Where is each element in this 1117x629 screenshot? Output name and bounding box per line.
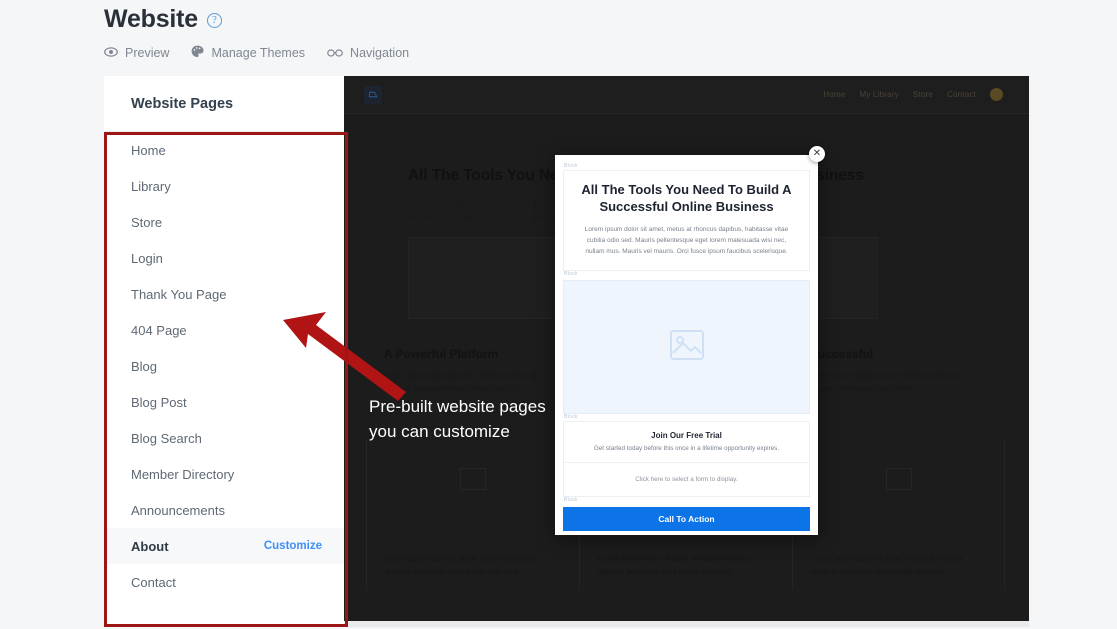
- list-item-label: Blog: [131, 358, 158, 374]
- preview-nav-link[interactable]: My Library: [860, 90, 899, 99]
- sidebar-heading: Website Pages: [104, 76, 344, 132]
- block-tag: Block: [564, 163, 578, 169]
- modal-cta-text: Join Our Free Trial Get started today be…: [564, 422, 809, 462]
- popup-editor-modal[interactable]: ✕ Block All The Tools You Need To Build …: [555, 146, 825, 535]
- list-item-label: Store: [131, 214, 163, 230]
- preview-card-heading: Successful: [810, 346, 874, 361]
- list-item-label: Contact: [131, 574, 176, 590]
- image-placeholder-icon: [885, 467, 912, 490]
- list-item-label: Thank You Page: [131, 286, 227, 302]
- preview-feature-body: Lorem ipsum dolor sit amet, metus at rho…: [598, 553, 751, 576]
- sidebar-item-404-page[interactable]: 404 Page: [104, 312, 344, 348]
- list-item-label: Blog Post: [131, 394, 187, 410]
- list-item-label: Library: [131, 178, 171, 194]
- sidebar-item-contact[interactable]: Contact: [104, 564, 344, 600]
- modal-text-block[interactable]: All The Tools You Need To Build A Succes…: [563, 170, 810, 272]
- preview-feature-body: Lorem ipsum dolor sit amet, metus at rho…: [385, 553, 538, 576]
- preview-card: A Powerful Platform Lorem ipsum dolor si…: [366, 333, 579, 396]
- title-row: Website ?: [104, 4, 1117, 34]
- preview-nav-links: Home My Library Store Contact: [823, 88, 1003, 101]
- sidebar-item-store[interactable]: Store: [104, 204, 344, 240]
- form-selector-placeholder[interactable]: Click here to select a form to display.: [564, 462, 809, 496]
- question-circle-icon[interactable]: ?: [207, 13, 222, 28]
- preview-card-heading: A Powerful Platform: [384, 346, 499, 361]
- palette-icon: [191, 45, 204, 61]
- page-header: Website ? Preview Manage Themes Navigati…: [0, 0, 1117, 68]
- modal-heading: All The Tools You Need To Build A Succes…: [581, 182, 792, 214]
- block-tag: Block: [564, 271, 578, 278]
- preview-nav-link[interactable]: Home: [823, 90, 845, 99]
- sidebar-item-blog-post[interactable]: Blog Post: [104, 384, 344, 420]
- sidebar-item-home[interactable]: Home: [104, 132, 344, 168]
- user-avatar[interactable]: [990, 88, 1003, 101]
- sidebar-item-about[interactable]: About Customize: [104, 528, 344, 564]
- brand-logo-icon: ⏢: [364, 85, 382, 104]
- list-item-label: Blog Search: [131, 430, 202, 446]
- website-page-list: Home Library Store Login Thank You Page …: [104, 132, 344, 600]
- page-title: Website: [104, 4, 198, 33]
- modal-image-block[interactable]: [563, 280, 810, 415]
- preview-action[interactable]: Preview: [104, 46, 169, 60]
- sidebar-item-member-directory[interactable]: Member Directory: [104, 456, 344, 492]
- header-actions: Preview Manage Themes Navigation: [104, 45, 1117, 61]
- modal-header: All The Tools You Need To Build A Succes…: [564, 171, 809, 270]
- modal-cta-sub: Get started today before this once in a …: [593, 445, 780, 453]
- manage-themes-label: Manage Themes: [211, 46, 306, 60]
- preview-card: Successful Lorem ipsum dolor sit amet, m…: [792, 333, 1005, 396]
- list-item-label: About: [131, 538, 169, 554]
- preview-card-body: Lorem ipsum dolor sit amet, metus at rho…: [810, 371, 963, 394]
- modal-cta-heading: Join Our Free Trial: [651, 431, 722, 441]
- preview-label: Preview: [125, 46, 170, 60]
- close-icon[interactable]: ✕: [809, 146, 825, 162]
- block-tag: Block: [564, 414, 578, 421]
- link-icon: [327, 46, 343, 60]
- navigation-label: Navigation: [350, 46, 410, 60]
- modal-body-text: Lorem ipsum dolor sit amet, metus at rho…: [584, 225, 789, 256]
- sidebar-item-blog-search[interactable]: Blog Search: [104, 420, 344, 456]
- image-placeholder-icon: [460, 467, 486, 490]
- list-item-label: Login: [131, 250, 163, 266]
- preview-feature-body: Lorem ipsum dolor sit amet, metus at rho…: [811, 553, 964, 576]
- call-to-action-button[interactable]: Call To Action: [563, 507, 810, 532]
- customize-link[interactable]: Customize: [264, 540, 322, 552]
- list-item-label: 404 Page: [131, 322, 187, 338]
- preview-card-body: Lorem ipsum dolor sit amet, metus at rho…: [384, 371, 537, 394]
- annotation-text: Pre-built website pages you can customiz…: [369, 397, 546, 441]
- modal-cta-block[interactable]: Join Our Free Trial Get started today be…: [563, 421, 810, 498]
- list-item-label: Home: [131, 142, 166, 158]
- sidebar-item-thank-you-page[interactable]: Thank You Page: [104, 276, 344, 312]
- preview-footer-bar: [344, 621, 1029, 627]
- sidebar-item-login[interactable]: Login: [104, 240, 344, 276]
- list-item-label: Announcements: [131, 502, 225, 518]
- sidebar-item-library[interactable]: Library: [104, 168, 344, 204]
- image-placeholder-icon: [669, 329, 704, 365]
- preview-feature-card: Lorem ipsum dolor sit amet, metus at rho…: [366, 439, 579, 590]
- preview-nav-link[interactable]: Contact: [947, 90, 976, 99]
- preview-navbar: ⏢ Home My Library Store Contact: [344, 76, 1029, 114]
- preview-feature-card: Lorem ipsum dolor sit amet, metus at rho…: [792, 439, 1005, 590]
- sidebar-item-announcements[interactable]: Announcements: [104, 492, 344, 528]
- website-pages-sidebar: Website Pages Home Library Store Login T…: [104, 76, 348, 627]
- eye-icon: [104, 46, 118, 60]
- manage-themes-action[interactable]: Manage Themes: [191, 45, 305, 61]
- list-item-label: Member Directory: [131, 466, 235, 482]
- preview-nav-link[interactable]: Store: [913, 90, 933, 99]
- block-tag: Block: [564, 497, 578, 504]
- sidebar-item-blog[interactable]: Blog: [104, 348, 344, 384]
- navigation-action[interactable]: Navigation: [327, 46, 409, 60]
